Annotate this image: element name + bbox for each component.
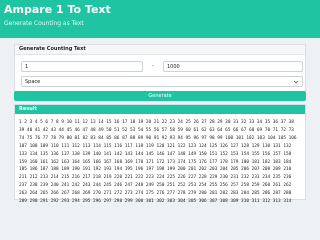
chevron-down-icon [293,80,299,84]
range-separator: - [152,63,154,69]
generate-card-title: Generate Counting Text [19,46,86,52]
result-card: Result 1 2 3 4 5 6 7 8 9 10 11 12 13 14 … [14,104,306,203]
result-text[interactable]: 1 2 3 4 5 6 7 8 9 10 11 12 13 14 15 16 1… [19,119,301,203]
generate-card-header: Generate Counting Text [15,45,305,55]
result-header: Result [15,105,305,114]
page-header: Ampare 1 To Text Generate Counting as Te… [0,0,320,38]
generate-button[interactable]: Generate [14,91,306,101]
separator-select[interactable]: Space [21,76,303,87]
result-label: Result [19,106,37,112]
page-subtitle: Generate Counting as Text [4,20,84,27]
separator-select-value: Space [25,79,41,85]
start-number-input[interactable]: 1 [21,61,143,72]
end-number-input[interactable]: 1000 [163,61,303,72]
start-number-value: 1 [25,64,29,70]
generate-button-label: Generate [148,93,172,99]
page-title: Ampare 1 To Text [4,3,111,16]
end-number-value: 1000 [167,64,180,70]
